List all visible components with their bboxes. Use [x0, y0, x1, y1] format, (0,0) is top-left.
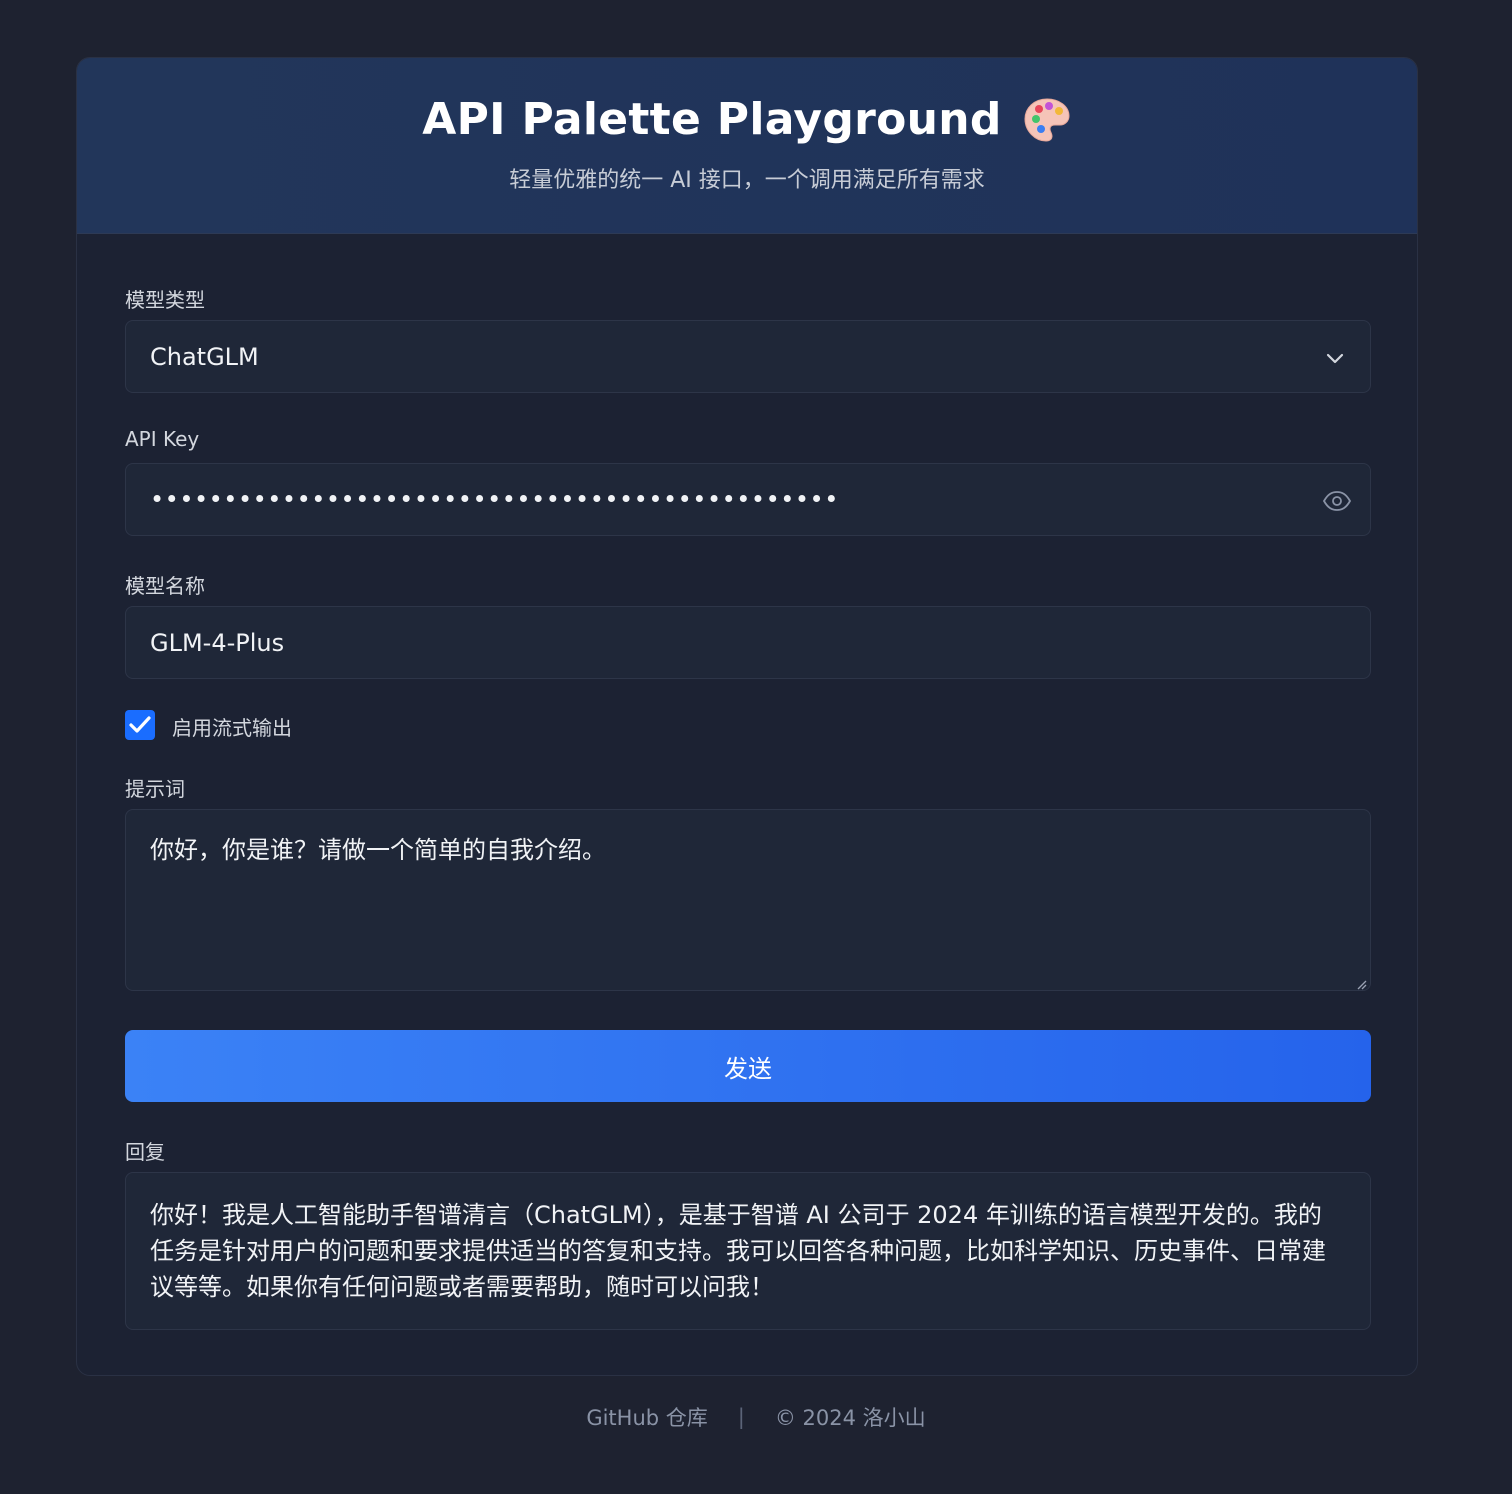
page-subtitle: 轻量优雅的统一 AI 接口，一个调用满足所有需求 — [509, 168, 985, 193]
main-card: API Palette Playground 轻量优雅的统一 AI 接口，一个调… — [76, 57, 1418, 1376]
api-key-masked-value: ••••••••••••••••••••••••••••••••••••••••… — [150, 484, 839, 513]
model-name-label: 模型名称 — [125, 574, 205, 598]
reply-text: 你好！我是人工智能助手智谱清言（ChatGLM），是基于智谱 AI 公司于 20… — [150, 1201, 1326, 1301]
footer: GitHub 仓库 | © 2024 洛小山 — [0, 1402, 1512, 1432]
model-type-label: 模型类型 — [125, 288, 205, 312]
api-key-input[interactable]: ••••••••••••••••••••••••••••••••••••••••… — [125, 463, 1371, 536]
model-type-select[interactable]: ChatGLM — [125, 320, 1371, 393]
title-row: API Palette Playground — [77, 94, 1417, 145]
model-name-value: GLM-4-Plus — [150, 628, 285, 657]
prompt-textarea[interactable]: 你好，你是谁？请做一个简单的自我介绍。 — [125, 809, 1371, 991]
page-title: API Palette Playground — [422, 94, 1002, 145]
eye-icon[interactable] — [1322, 486, 1352, 516]
api-key-label: API Key — [125, 427, 200, 451]
palette-icon — [1022, 95, 1072, 145]
chevron-down-icon — [1324, 347, 1346, 369]
send-button[interactable]: 发送 — [125, 1030, 1371, 1102]
prompt-label: 提示词 — [125, 777, 185, 801]
footer-separator: | — [737, 1405, 745, 1429]
model-name-input[interactable]: GLM-4-Plus — [125, 606, 1371, 679]
resize-handle-icon[interactable] — [1355, 975, 1367, 990]
checkmark-icon — [129, 716, 151, 733]
card-header: API Palette Playground 轻量优雅的统一 AI 接口，一个调… — [77, 58, 1417, 234]
model-type-value: ChatGLM — [150, 342, 259, 371]
reply-box: 你好！我是人工智能助手智谱清言（ChatGLM），是基于智谱 AI 公司于 20… — [125, 1172, 1371, 1330]
prompt-value: 你好，你是谁？请做一个简单的自我介绍。 — [150, 836, 606, 864]
stream-checkbox-label[interactable]: 启用流式输出 — [172, 712, 292, 741]
stream-checkbox[interactable] — [125, 710, 155, 740]
copyright-text: © 2024 洛小山 — [774, 1406, 926, 1430]
github-link[interactable]: GitHub 仓库 — [586, 1402, 707, 1432]
reply-label: 回复 — [125, 1140, 165, 1164]
